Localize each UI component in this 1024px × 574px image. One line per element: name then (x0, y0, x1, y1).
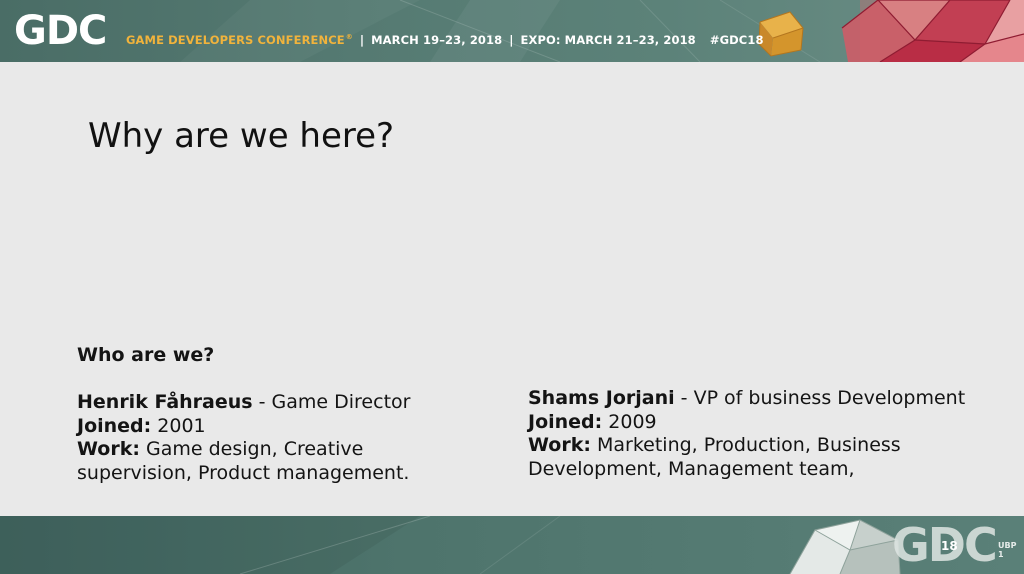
person-joined-line: Joined: 2001 (77, 415, 497, 439)
work-description: Marketing, Production, Business (596, 434, 901, 456)
joined-label: Joined: (528, 410, 603, 433)
person-work-line-continued: supervision, Product management. (77, 461, 410, 484)
top-banner: GDC GAME DEVELOPERS CONFERENCE® | MARCH 19… (0, 0, 1024, 62)
person-work-line-continued: Development, Management team, (528, 457, 855, 480)
geodesic-icon (789, 519, 901, 574)
person-work-line: Work: Game design, Creative (77, 438, 497, 462)
person-name-line: Henrik Fåhraeus - Game Director (77, 391, 497, 415)
work-label: Work: (528, 434, 591, 456)
joined-year: 2009 (608, 410, 657, 433)
person-work-line: Work: Marketing, Production, Business (528, 434, 1018, 458)
person-name: Shams Jorjani (528, 387, 675, 409)
section-heading: Who are we? (77, 344, 215, 366)
polyhedron-icon (841, 0, 1024, 62)
person-name: Henrik Fåhraeus (77, 391, 253, 413)
person-joined-line: Joined: 2009 (528, 411, 1018, 435)
work-description: Game design, Creative (145, 438, 364, 460)
joined-label: Joined: (77, 414, 152, 437)
footer-decoration (0, 516, 901, 574)
slide-title: Why are we here? (88, 116, 395, 156)
banner-decoration (180, 0, 1024, 62)
bottom-banner: GDC 18 (0, 516, 1024, 574)
work-label: Work: (77, 438, 140, 460)
person-role: - Game Director (258, 391, 411, 413)
gdc-year-badge: 18 (941, 539, 958, 553)
registered-mark: ® (345, 33, 353, 41)
person-card: Shams Jorjani - VP of business Developme… (528, 387, 1018, 481)
person-role: - VP of business Development (680, 387, 966, 409)
hashtag: #GDC18 (709, 33, 764, 47)
joined-year: 2001 (157, 414, 206, 437)
expo-dates: EXPO: MARCH 21–23, 2018 (520, 33, 696, 47)
conference-name: GAME DEVELOPERS CONFERENCE (126, 33, 345, 47)
separator: | (509, 33, 514, 47)
conference-info: GAME DEVELOPERS CONFERENCE® | MARCH 19–23,… (126, 33, 764, 47)
conference-dates: MARCH 19–23, 2018 (371, 33, 503, 47)
person-name-line: Shams Jorjani - VP of business Developme… (528, 387, 1018, 411)
person-card: Henrik Fåhraeus - Game Director Joined: … (77, 391, 497, 485)
cube-icon (758, 11, 804, 57)
watermark: UBP 1 (998, 541, 1017, 559)
gdc-logo: GDC (14, 8, 107, 54)
separator: | (359, 33, 365, 47)
